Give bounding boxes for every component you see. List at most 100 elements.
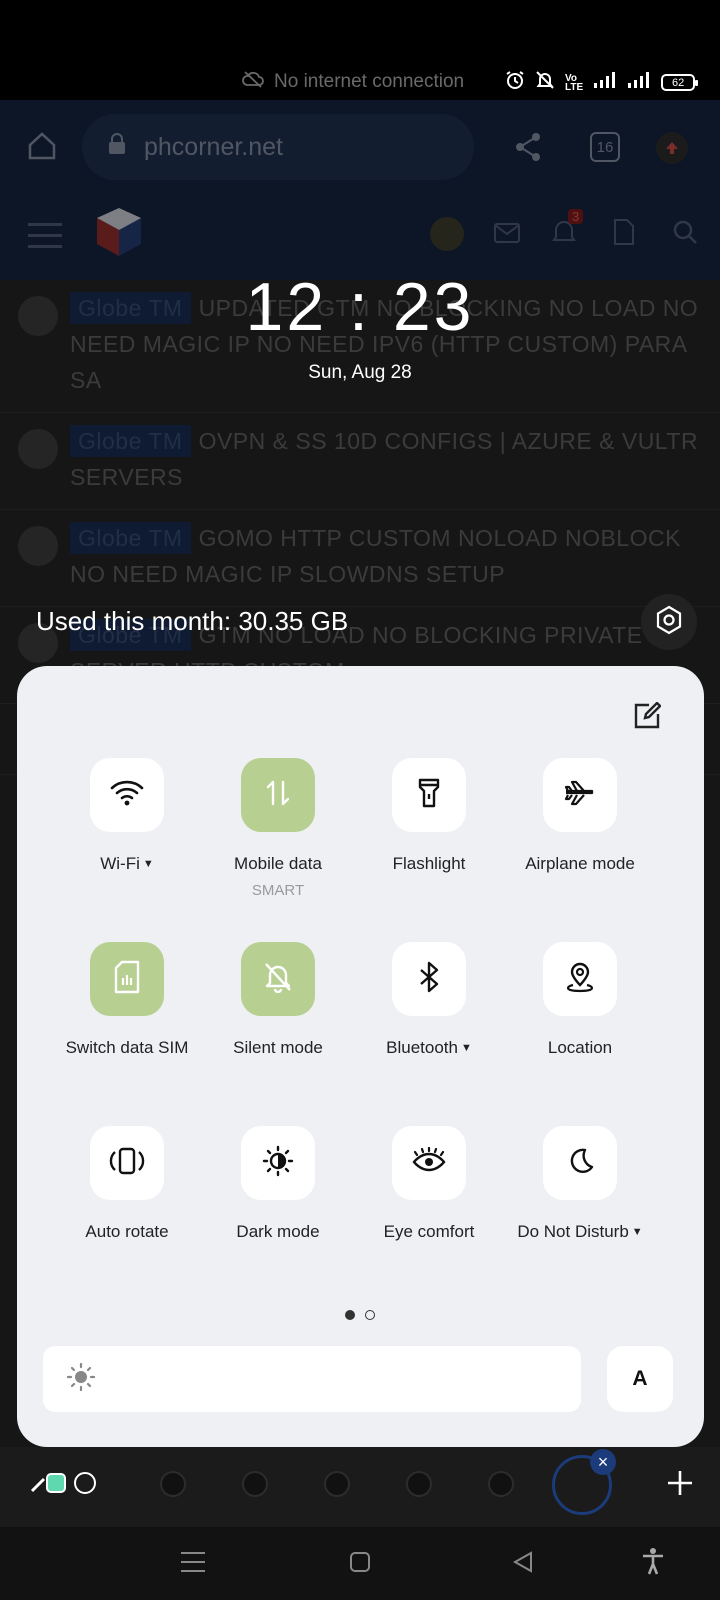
tile-label-text: Do Not Disturb xyxy=(517,1222,629,1241)
tile-label-text: Mobile data xyxy=(234,854,322,873)
tile-label: Wi-Fi ▼ xyxy=(100,854,154,874)
dark-mode-toggle[interactable] xyxy=(241,1126,315,1200)
location-pin-icon xyxy=(565,961,595,998)
chat-bubble-icon[interactable] xyxy=(46,1473,66,1493)
bluetooth-toggle[interactable] xyxy=(392,942,466,1016)
tile-label-text: Eye comfort xyxy=(383,1222,475,1241)
dropdown-caret-icon[interactable]: ▼ xyxy=(143,858,154,870)
close-bubble-icon[interactable]: × xyxy=(590,1449,616,1475)
wifi-icon xyxy=(110,779,144,812)
brightness-sun-icon xyxy=(66,1362,96,1396)
eye-comfort-toggle[interactable] xyxy=(392,1126,466,1200)
tile-flashlight[interactable]: Flashlight xyxy=(349,758,509,928)
auto-rotate-toggle[interactable] xyxy=(90,1126,164,1200)
do-not-disturb-toggle[interactable] xyxy=(543,1126,617,1200)
auto-rotate-icon xyxy=(109,1146,145,1181)
info-icon[interactable] xyxy=(160,1471,186,1497)
tile-label: Airplane mode xyxy=(525,854,635,874)
back-triangle-icon[interactable] xyxy=(510,1549,536,1575)
tile-label-text: Location xyxy=(547,1038,613,1057)
tile-mobile-data[interactable]: Mobile data SMART xyxy=(198,758,358,928)
silent-mode-toggle[interactable] xyxy=(241,942,315,1016)
cloud-off-icon xyxy=(242,70,264,94)
tile-label: Bluetooth ▼ xyxy=(386,1038,472,1058)
bluetooth-icon xyxy=(418,961,440,998)
status-icons: Vo LTE 62 xyxy=(505,70,699,95)
eye-icon xyxy=(412,1146,446,1180)
page-indicator xyxy=(345,1310,375,1320)
sim-card-icon xyxy=(114,960,140,999)
tile-airplane-mode[interactable]: Airplane mode xyxy=(500,758,660,928)
airplane-mode-toggle[interactable] xyxy=(543,758,617,832)
tile-label-text: Dark mode xyxy=(236,1222,320,1241)
tile-switch-data-sim[interactable]: Switch data SIM xyxy=(47,942,207,1112)
tile-location[interactable]: Location xyxy=(500,942,660,1112)
tile-label: Flashlight xyxy=(393,854,466,874)
edit-tiles-button[interactable] xyxy=(629,700,665,736)
tile-dark-mode[interactable]: Dark mode xyxy=(198,1126,358,1296)
tile-label: Do Not Disturb ▼ xyxy=(517,1222,642,1242)
info-icon[interactable] xyxy=(242,1471,268,1497)
clock-date: Sun, Aug 28 xyxy=(308,362,412,383)
network-status: No internet connection xyxy=(242,70,464,94)
page-dot xyxy=(365,1310,375,1320)
location-toggle[interactable] xyxy=(543,942,617,1016)
mobile-data-icon xyxy=(263,778,293,813)
auto-brightness-button[interactable]: A xyxy=(607,1346,673,1412)
tile-wi-fi[interactable]: Wi-Fi ▼ xyxy=(47,758,207,928)
brightness-slider[interactable] xyxy=(43,1346,581,1412)
tile-label: Location xyxy=(548,1038,612,1058)
tile-sublabel: SMART xyxy=(251,882,305,899)
browser-bottom-bar: × xyxy=(0,1447,720,1527)
dropdown-caret-icon[interactable]: ▼ xyxy=(632,1226,643,1238)
tile-silent-mode[interactable]: Silent mode xyxy=(198,942,358,1112)
system-navigation-bar xyxy=(0,1527,720,1600)
status-bar: No internet connection Vo LTE 62 xyxy=(0,0,720,100)
add-tab-icon[interactable] xyxy=(666,1469,694,1502)
info-icon[interactable] xyxy=(488,1471,514,1497)
switch-data-sim-toggle[interactable] xyxy=(90,942,164,1016)
dropdown-caret-icon[interactable]: ▼ xyxy=(461,1042,472,1054)
dark-mode-icon xyxy=(262,1145,294,1182)
tile-eye-comfort[interactable]: Eye comfort xyxy=(349,1126,509,1296)
tile-label: Dark mode xyxy=(236,1222,319,1242)
settings-button[interactable] xyxy=(641,594,697,650)
tile-do-not-disturb[interactable]: Do Not Disturb ▼ xyxy=(500,1126,660,1296)
settings-hex-icon xyxy=(654,605,684,640)
tile-label-text: Auto rotate xyxy=(85,1222,169,1241)
data-usage-text[interactable]: Used this month: 30.35 GB xyxy=(36,606,348,637)
moon-icon xyxy=(565,1146,595,1181)
tile-label-text: Wi-Fi xyxy=(100,854,140,873)
flashlight-toggle[interactable] xyxy=(392,758,466,832)
tile-bluetooth[interactable]: Bluetooth ▼ xyxy=(349,942,509,1112)
clock-time: 12 : 23 xyxy=(245,269,475,345)
tile-label: Silent mode xyxy=(233,1038,323,1058)
tile-label: Switch data SIM xyxy=(66,1038,189,1058)
info-icon[interactable] xyxy=(406,1471,432,1497)
bell-off-icon xyxy=(263,961,293,998)
mobile-data-toggle[interactable] xyxy=(241,758,315,832)
wi-fi-toggle[interactable] xyxy=(90,758,164,832)
battery-indicator: 62 xyxy=(661,74,699,91)
edit-icon xyxy=(633,700,662,735)
signal-icon-sim1 xyxy=(593,71,617,94)
tile-auto-rotate[interactable]: Auto rotate xyxy=(47,1126,207,1296)
tile-label: Eye comfort xyxy=(384,1222,475,1242)
network-status-text: No internet connection xyxy=(274,71,465,92)
bell-off-status-icon xyxy=(535,70,555,95)
tile-label: Auto rotate xyxy=(85,1222,168,1242)
tile-label-text: Airplane mode xyxy=(525,854,635,873)
home-square-icon[interactable] xyxy=(347,1549,373,1575)
airplane-icon xyxy=(563,778,597,813)
recents-menu-icon[interactable] xyxy=(180,1549,206,1575)
flashlight-icon xyxy=(417,777,441,814)
tile-label-text: Bluetooth xyxy=(386,1038,458,1057)
messenger-icon[interactable] xyxy=(74,1472,96,1494)
accessibility-icon[interactable] xyxy=(640,1548,666,1575)
tile-label-text: Silent mode xyxy=(233,1038,323,1057)
tile-label-text: Flashlight xyxy=(392,854,466,873)
tile-label-text: Switch data SIM xyxy=(65,1038,189,1057)
signal-icon-sim2 xyxy=(627,71,651,94)
info-icon[interactable] xyxy=(324,1471,350,1497)
alarm-icon xyxy=(505,70,525,95)
